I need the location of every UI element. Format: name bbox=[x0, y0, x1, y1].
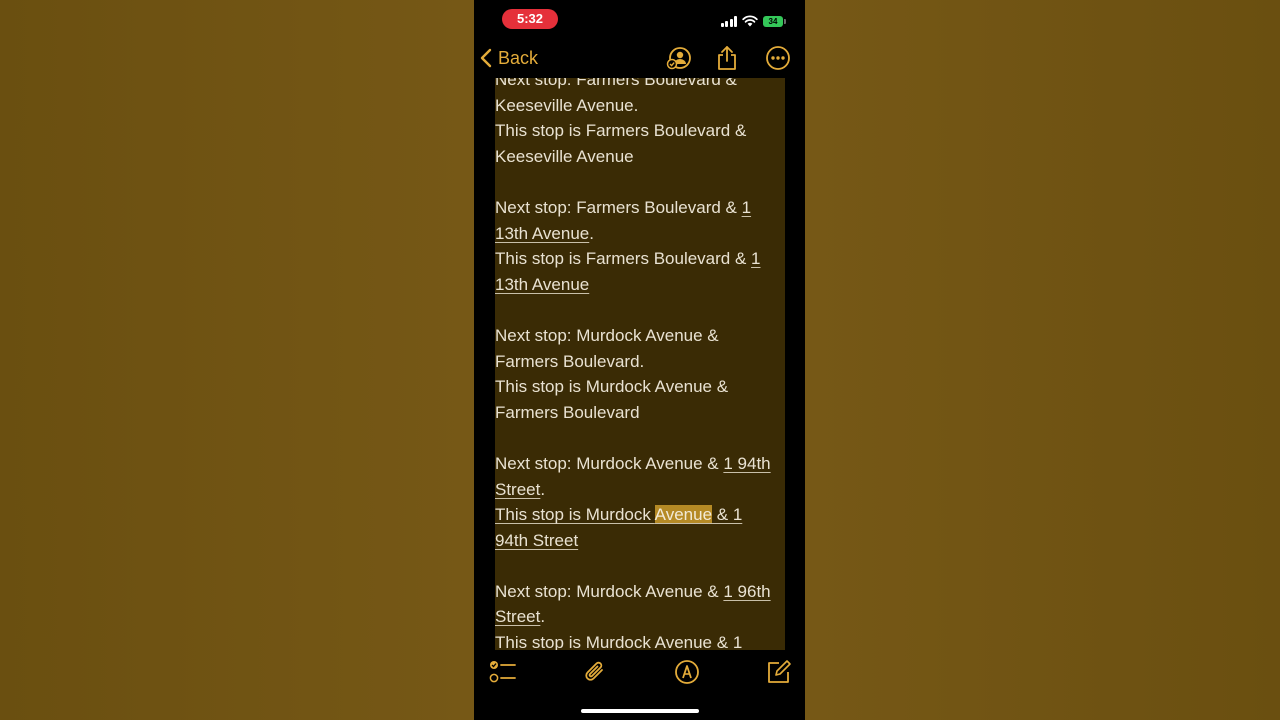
note-text-segment: Street bbox=[495, 607, 541, 627]
note-text-segment: . bbox=[540, 607, 546, 627]
back-button[interactable]: Back bbox=[480, 44, 538, 72]
note-text-segment: Next stop: Murdock Avenue & bbox=[495, 453, 724, 473]
note-line[interactable]: 94th Street bbox=[495, 528, 785, 554]
status-icons: 34 bbox=[720, 13, 786, 29]
note-text-segment: Street bbox=[495, 479, 541, 499]
note-text-segment: This stop is Murdock Avenue & bbox=[495, 377, 729, 397]
note-text-segment: Farmers Boulevard. bbox=[495, 351, 645, 371]
checklist-icon[interactable] bbox=[488, 657, 518, 687]
note-text-segment: 13th Avenue bbox=[495, 223, 590, 243]
phone-screen: 5:32 34 Back Next stop: Farmers Boulevar… bbox=[474, 0, 805, 720]
note-text-segment: . bbox=[540, 479, 546, 499]
note-text-segment: This stop is Farmers Boulevard & bbox=[495, 249, 752, 269]
note-line[interactable]: Next stop: Murdock Avenue & 1 94th bbox=[495, 451, 785, 477]
selected-text: Avenue bbox=[654, 505, 713, 525]
share-icon[interactable] bbox=[713, 44, 741, 72]
note-text-segment: Keeseville Avenue bbox=[495, 146, 634, 166]
note-line[interactable]: Next stop: Farmers Boulevard & bbox=[495, 78, 785, 93]
note-line[interactable]: Street. bbox=[495, 477, 785, 503]
note-line[interactable]: Next stop: Murdock Avenue & 1 96th bbox=[495, 579, 785, 605]
note-text-segment: 1 bbox=[732, 633, 743, 650]
note-line[interactable]: This stop is Murdock Avenue & 1 bbox=[495, 630, 785, 650]
note-text-segment: 1 bbox=[741, 197, 752, 217]
note-text-segment: 13th Avenue bbox=[495, 274, 590, 294]
battery-icon: 34 bbox=[763, 15, 786, 27]
note-text-segment: This stop is Farmers Boulevard & bbox=[495, 121, 747, 141]
note-line[interactable]: Keeseville Avenue. bbox=[495, 93, 785, 119]
note-text-segment: This stop is Murdock Avenue & bbox=[495, 633, 733, 650]
note-text-segment: Next stop: Murdock Avenue & bbox=[495, 325, 719, 345]
note-text-segment: Next stop: Farmers Boulevard & bbox=[495, 78, 737, 89]
markup-icon[interactable] bbox=[672, 657, 702, 687]
chevron-left-icon bbox=[480, 48, 492, 68]
note-line[interactable]: 13th Avenue. bbox=[495, 221, 785, 247]
note-blank-line[interactable] bbox=[495, 425, 785, 451]
cellular-signal-icon bbox=[720, 15, 737, 27]
note-line[interactable]: Street. bbox=[495, 604, 785, 630]
note-line[interactable]: 13th Avenue bbox=[495, 272, 785, 298]
note-blank-line[interactable] bbox=[495, 169, 785, 195]
note-text-segment: 1 96th bbox=[723, 581, 771, 601]
attachment-icon[interactable] bbox=[580, 657, 610, 687]
note-line[interactable]: This stop is Farmers Boulevard & bbox=[495, 118, 785, 144]
collaborate-icon[interactable] bbox=[665, 44, 693, 72]
note-line[interactable]: This stop is Murdock Avenue & 1 bbox=[495, 502, 785, 528]
note-text[interactable]: Next stop: Farmers Boulevard & Keeseville… bbox=[495, 78, 785, 650]
home-indicator[interactable] bbox=[581, 709, 699, 713]
note-blank-line[interactable] bbox=[495, 553, 785, 579]
compose-icon[interactable] bbox=[764, 657, 794, 687]
note-text-segment: 1 94th bbox=[723, 453, 771, 473]
note-line[interactable]: Keeseville Avenue bbox=[495, 144, 785, 170]
note-line[interactable]: Next stop: Farmers Boulevard & 1 bbox=[495, 195, 785, 221]
note-text-segment: Farmers Boulevard bbox=[495, 402, 640, 422]
note-text-segment: This stop is Murdock bbox=[495, 505, 655, 525]
status-time[interactable]: 5:32 bbox=[502, 9, 558, 29]
background-left bbox=[0, 0, 474, 720]
background-right bbox=[805, 0, 1280, 720]
note-text-segment: Next stop: Farmers Boulevard & bbox=[495, 197, 742, 217]
note-text-segment: 1 bbox=[751, 249, 761, 269]
note-blank-line[interactable] bbox=[495, 297, 785, 323]
note-line[interactable]: This stop is Farmers Boulevard & 1 bbox=[495, 246, 785, 272]
note-body[interactable]: Next stop: Farmers Boulevard & Keeseville… bbox=[495, 78, 785, 650]
note-text-segment: & 1 bbox=[712, 505, 743, 525]
note-text-segment: Keeseville Avenue. bbox=[495, 95, 639, 115]
note-text-segment: 94th Street bbox=[495, 530, 579, 550]
note-line[interactable]: Next stop: Murdock Avenue & bbox=[495, 323, 785, 349]
note-line[interactable]: Farmers Boulevard bbox=[495, 400, 785, 426]
note-line[interactable]: This stop is Murdock Avenue & bbox=[495, 374, 785, 400]
note-line[interactable]: Farmers Boulevard. bbox=[495, 349, 785, 375]
more-icon[interactable] bbox=[764, 44, 792, 72]
wifi-icon bbox=[742, 15, 758, 27]
back-label: Back bbox=[498, 47, 539, 68]
note-text-segment: Next stop: Murdock Avenue & bbox=[495, 581, 724, 601]
note-text-segment: . bbox=[589, 223, 594, 243]
